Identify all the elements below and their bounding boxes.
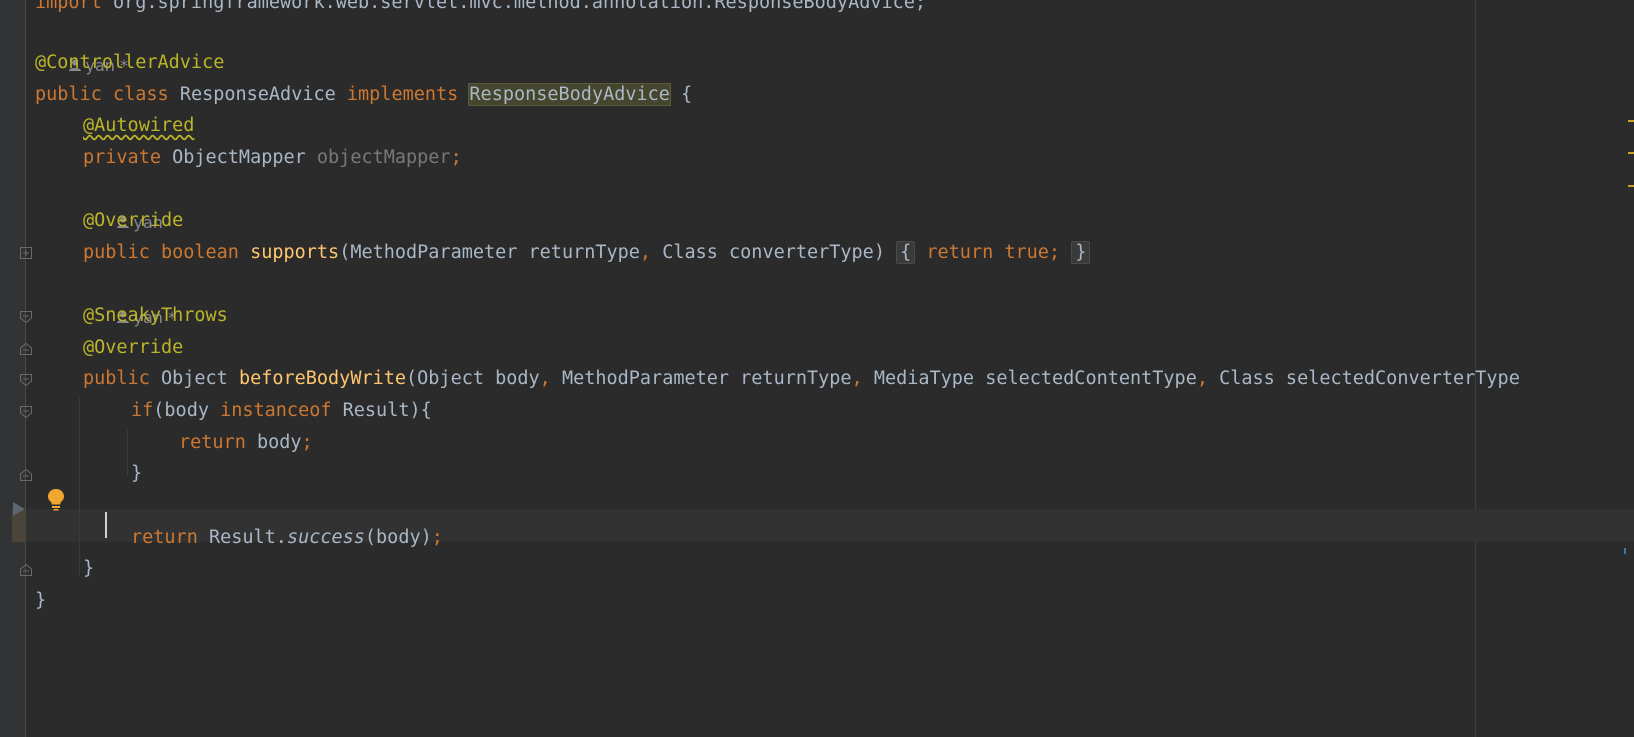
code-line-import[interactable]: import org.springframework.web.servlet.m…	[0, 0, 1634, 19]
code-line[interactable]: private ObjectMapper objectMapper;	[0, 141, 462, 174]
class-name: ResponseAdvice	[179, 84, 336, 105]
warning-marker[interactable]	[1628, 120, 1634, 122]
keyword: return	[131, 527, 198, 548]
change-marker[interactable]	[1624, 548, 1626, 554]
field-name: objectMapper	[316, 147, 451, 168]
keyword: implements	[346, 84, 459, 105]
method-name: beforeBodyWrite	[238, 368, 407, 389]
brace: }	[131, 463, 143, 484]
comma: ,	[851, 368, 863, 389]
author-hint[interactable]: yan	[0, 173, 163, 232]
type-name: Object	[160, 368, 228, 389]
expression: Result){	[331, 400, 432, 421]
keyword: return	[926, 242, 994, 263]
brace: }	[83, 558, 95, 579]
params: (MethodParameter returnType	[339, 242, 640, 263]
annotation-warning[interactable]: @Autowired	[83, 109, 194, 142]
comma: ,	[1196, 368, 1208, 389]
keyword: public	[35, 84, 102, 105]
keyword: if	[131, 400, 154, 421]
code-editor[interactable]: import org.springframework.web.servlet.m…	[0, 0, 1634, 737]
expression: (body	[153, 400, 221, 421]
interface-name-highlighted[interactable]: ResponseBodyAdvice	[468, 83, 671, 106]
folded-region-open[interactable]: {	[896, 241, 916, 264]
fold-icon[interactable]	[19, 468, 33, 482]
keyword: boolean	[160, 242, 239, 263]
semicolon: ;	[450, 147, 462, 168]
fold-icon[interactable]	[19, 405, 33, 419]
fold-icon[interactable]	[19, 342, 33, 356]
keyword: class	[112, 84, 169, 105]
warning-marker[interactable]	[1628, 152, 1634, 154]
keyword: public	[83, 242, 150, 263]
annotation: @Override	[83, 337, 184, 358]
lightbulb-icon[interactable]	[45, 487, 67, 511]
brace: }	[35, 590, 47, 611]
keyword: private	[83, 147, 161, 168]
code-line[interactable]: @Autowired	[0, 109, 194, 142]
params: Class selectedConverterType	[1207, 368, 1520, 389]
annotation: @ControllerAdvice	[35, 52, 225, 73]
folded-region-close[interactable]: }	[1071, 241, 1091, 264]
code-line[interactable]: @ControllerAdvice	[0, 46, 224, 79]
annotation: @SneakyThrows	[83, 305, 228, 326]
expression: body	[245, 432, 302, 453]
type-name: ObjectMapper	[172, 147, 306, 168]
fold-icon[interactable]	[19, 246, 33, 260]
fold-icon[interactable]	[19, 563, 33, 577]
fold-icon[interactable]	[19, 373, 33, 387]
expression: Result.	[197, 527, 287, 548]
annotation: @Override	[83, 210, 184, 231]
method-name: supports	[250, 242, 340, 263]
semicolon: ;	[431, 527, 443, 548]
code-line[interactable]: return body;	[0, 426, 313, 459]
code-line[interactable]: }	[0, 584, 47, 617]
indent-guide	[79, 398, 80, 576]
code-line[interactable]: public class ResponseAdvice implements R…	[0, 78, 692, 111]
code-line[interactable]: return Result.success(body);	[0, 521, 443, 554]
import-keyword: import	[35, 0, 102, 13]
indent-guide	[127, 430, 128, 476]
params: MediaType selectedContentType	[862, 368, 1197, 389]
comma: ,	[539, 368, 551, 389]
semicolon: ;	[301, 432, 313, 453]
static-method-call: success	[286, 527, 365, 548]
comma: ,	[639, 242, 652, 263]
keyword: public	[83, 368, 150, 389]
params: (Object body	[406, 368, 540, 389]
text-caret	[105, 512, 107, 538]
params: Class converterType)	[651, 242, 885, 263]
code-line[interactable]: @Override	[0, 204, 183, 237]
expression: (body)	[364, 527, 432, 548]
keyword: instanceof	[220, 400, 332, 421]
keyword: true;	[1004, 242, 1061, 263]
brace: {	[681, 84, 693, 105]
warning-marker[interactable]	[1628, 185, 1634, 187]
code-line[interactable]: public Object beforeBodyWrite(Object bod…	[0, 362, 1634, 395]
author-hint[interactable]: yan *	[0, 268, 176, 327]
import-statement: org.springframework.web.servlet.mvc.meth…	[101, 0, 927, 13]
keyword: return	[179, 432, 246, 453]
run-arrow-icon[interactable]	[12, 501, 26, 517]
fold-icon[interactable]	[19, 310, 33, 324]
author-hint[interactable]: yan *	[0, 16, 128, 75]
params: MethodParameter returnType	[550, 368, 852, 389]
